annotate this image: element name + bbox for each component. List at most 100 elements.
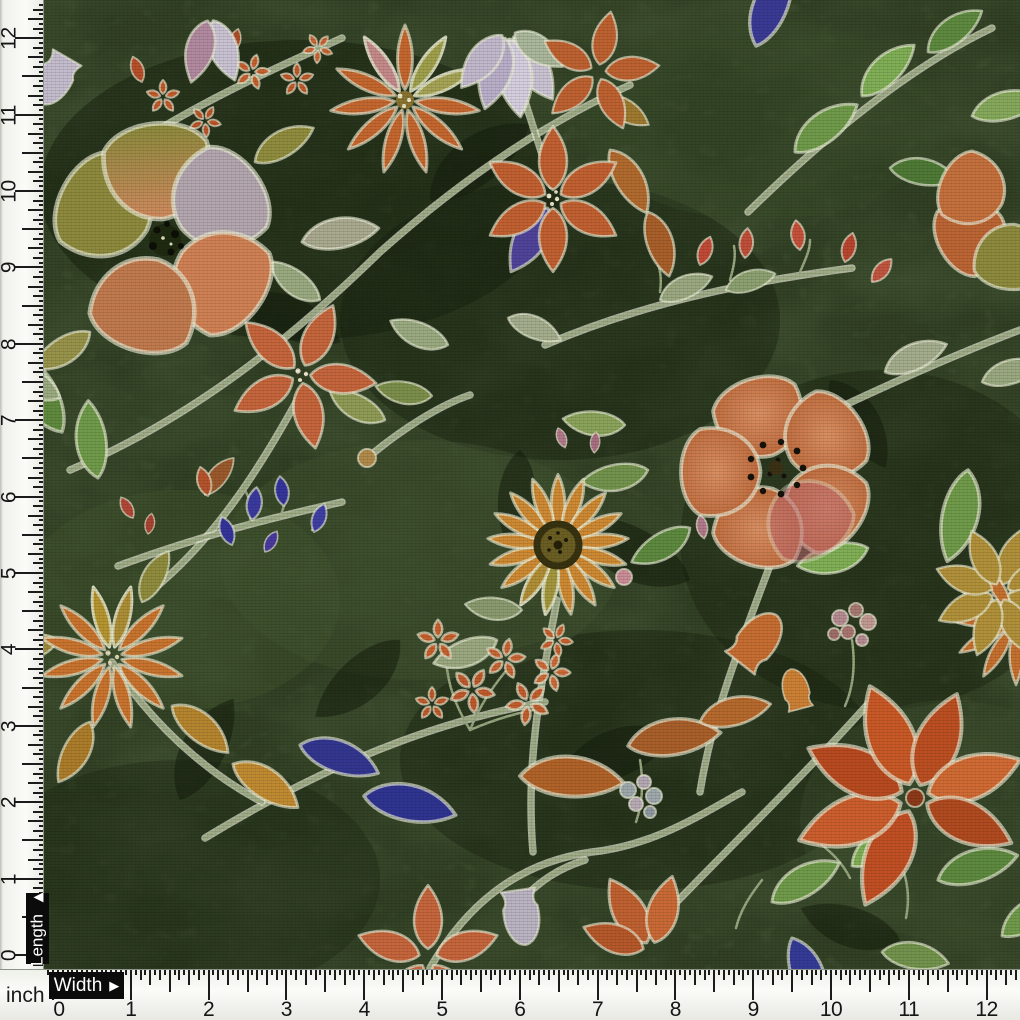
length-ruler-tick [33,276,43,278]
length-ruler-tick [33,314,43,316]
length-ruler-tick [28,362,43,364]
length-ruler-number: 3 [0,706,20,746]
length-ruler-tick [33,161,43,163]
length-ruler-tick [33,371,43,373]
length-ruler-tick [28,18,43,20]
length-ruler-tick [39,491,43,493]
width-ruler-tick [548,970,550,980]
length-ruler-tick [33,333,43,335]
length-ruler-tick [39,147,43,149]
width-ruler-tick [952,970,954,975]
width-ruler-tick [441,970,443,1000]
length-ruler-tick [28,859,43,861]
length-ruler-tick [33,543,43,545]
length-ruler-tick [33,28,43,30]
width-ruler-tick [524,970,526,975]
width-ruler-tick [733,970,735,985]
length-ruler-number: 9 [0,248,20,288]
width-ruler-tick [854,970,856,975]
width-ruler-tick [426,970,428,975]
length-ruler-tick [39,80,43,82]
length-ruler-tick [39,271,43,273]
width-ruler-tick [446,970,448,975]
length-ruler-tick [33,429,43,431]
width-ruler-tick [159,970,161,980]
length-ruler-tick [39,128,43,130]
length-ruler-tick [39,500,43,502]
width-ruler-number: 11 [889,999,929,1020]
length-ruler-tick [39,109,43,111]
length-ruler-tick [39,768,43,770]
width-ruler-tick [772,970,774,985]
length-ruler-tick [39,519,43,521]
width-ruler-tick [514,970,516,975]
length-ruler-tick [28,477,43,479]
width-ruler-tick [334,970,336,980]
length-ruler-tick [33,620,43,622]
length-ruler-tick [39,376,43,378]
length-ruler-tick [39,691,43,693]
length-ruler-tick [33,200,43,202]
length-ruler-tick [33,180,43,182]
length-ruler-tick [39,395,43,397]
width-ruler-number: 5 [422,999,462,1020]
length-ruler-tick [39,882,43,884]
width-ruler-tick [290,970,292,975]
length-ruler-tick [39,453,43,455]
width-ruler-tick [519,970,521,1000]
length-ruler-number: 8 [0,324,20,364]
length-ruler-tick [39,71,43,73]
width-ruler-tick [553,970,555,975]
width-ruler-tick [242,970,244,975]
width-ruler-tick [883,970,885,975]
length-ruler-tick [39,357,43,359]
width-ruler-tick [572,970,574,975]
length-ruler-tick [33,849,43,851]
width-ruler-tick [543,970,545,975]
width-ruler-tick [373,970,375,980]
width-ruler-tick [738,970,740,975]
length-ruler-tick [28,209,43,211]
length-ruler-tick [39,720,43,722]
width-ruler-tick [689,970,691,975]
length-ruler-tick [39,348,43,350]
length-ruler-tick [33,448,43,450]
length-ruler-tick [33,868,43,870]
width-ruler-tick [670,970,672,975]
length-ruler-tick [22,763,43,765]
width-ruler-tick [864,970,866,975]
width-ruler-tick [256,970,258,980]
length-ruler-tick [39,185,43,187]
length-ruler-tick [39,252,43,254]
width-ruler-tick [529,970,531,980]
width-ruler-tick [232,970,234,975]
length-ruler-tick [39,529,43,531]
length-ruler-tick [39,4,43,6]
width-ruler-tick [538,970,540,985]
width-ruler-tick [708,970,710,975]
length-ruler-tick [33,104,43,106]
length-ruler-tick [22,457,43,459]
length-ruler-tick [39,52,43,54]
length-ruler-tick [39,137,43,139]
length-label-text: Length [28,915,48,967]
width-ruler-number: 10 [811,999,851,1020]
length-ruler-tick [39,195,43,197]
length-ruler-tick [33,715,43,717]
width-ruler-tick [456,970,458,975]
length-ruler-tick [39,90,43,92]
width-ruler-tick [295,970,297,980]
length-ruler-tick [39,309,43,311]
width-ruler-tick [392,970,394,980]
length-ruler-tick [39,290,43,292]
width-ruler-tick [383,970,385,985]
width-ruler-tick [704,970,706,980]
length-ruler-number: 6 [0,477,20,517]
length-ruler-tick [39,99,43,101]
width-ruler-tick [888,970,890,985]
length-ruler-tick [22,534,43,536]
width-ruler-tick [966,970,968,985]
length-ruler-tick [28,744,43,746]
length-ruler-tick [39,338,43,340]
width-ruler-tick [480,970,482,992]
